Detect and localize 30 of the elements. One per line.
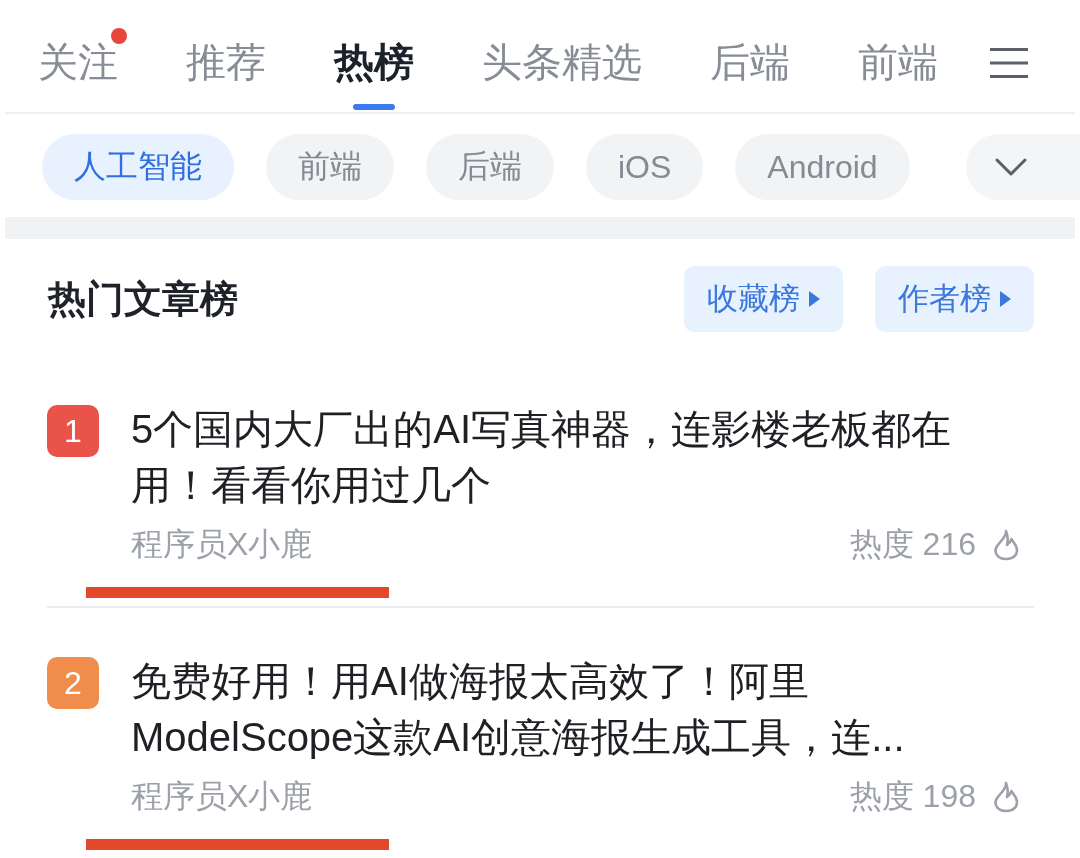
category-chip[interactable]: Android	[735, 134, 910, 200]
category-chip[interactable]: iOS	[586, 134, 704, 200]
author-name[interactable]: 程序员X小鹿	[131, 775, 313, 819]
triangle-right-icon	[1000, 291, 1011, 307]
category-chip[interactable]: 前端	[266, 134, 394, 200]
ranking-link-button[interactable]: 作者榜	[875, 266, 1034, 332]
author-name[interactable]: 程序员X小鹿	[131, 523, 313, 567]
rank-badge: 1	[47, 405, 99, 457]
category-chip[interactable]: 后端	[426, 134, 554, 200]
flame-icon	[992, 529, 1020, 561]
flame-icon	[992, 781, 1020, 813]
category-chip[interactable]: 人工智能	[42, 134, 234, 200]
nav-tab[interactable]: 头条精选	[474, 0, 650, 112]
heat-count: 热度 198	[849, 777, 976, 816]
menu-icon[interactable]	[990, 48, 1028, 78]
nav-tab[interactable]: 推荐	[178, 0, 274, 112]
active-tab-indicator	[353, 104, 395, 110]
article-title[interactable]: 5个国内大厂出的AI写真神器，连影楼老板都在用！看看你用过几个	[131, 401, 1001, 513]
ranking-link-button[interactable]: 收藏榜	[684, 266, 843, 332]
section-title: 热门文章榜	[48, 276, 238, 322]
nav-tab[interactable]: 前端	[850, 0, 946, 112]
heat-count: 热度 216	[849, 525, 976, 564]
triangle-right-icon	[809, 291, 820, 307]
nav-tab[interactable]: 后端	[702, 0, 798, 112]
nav-tab[interactable]: 关注	[30, 0, 126, 112]
notification-dot-icon	[111, 28, 127, 44]
chevron-down-icon	[995, 158, 1027, 176]
article-title[interactable]: 免费好用！用AI做海报太高效了！阿里ModelScope这款AI创意海报生成工具，连...	[131, 653, 1001, 765]
rank-badge: 2	[47, 657, 99, 709]
nav-tab[interactable]: 热榜	[326, 0, 422, 112]
